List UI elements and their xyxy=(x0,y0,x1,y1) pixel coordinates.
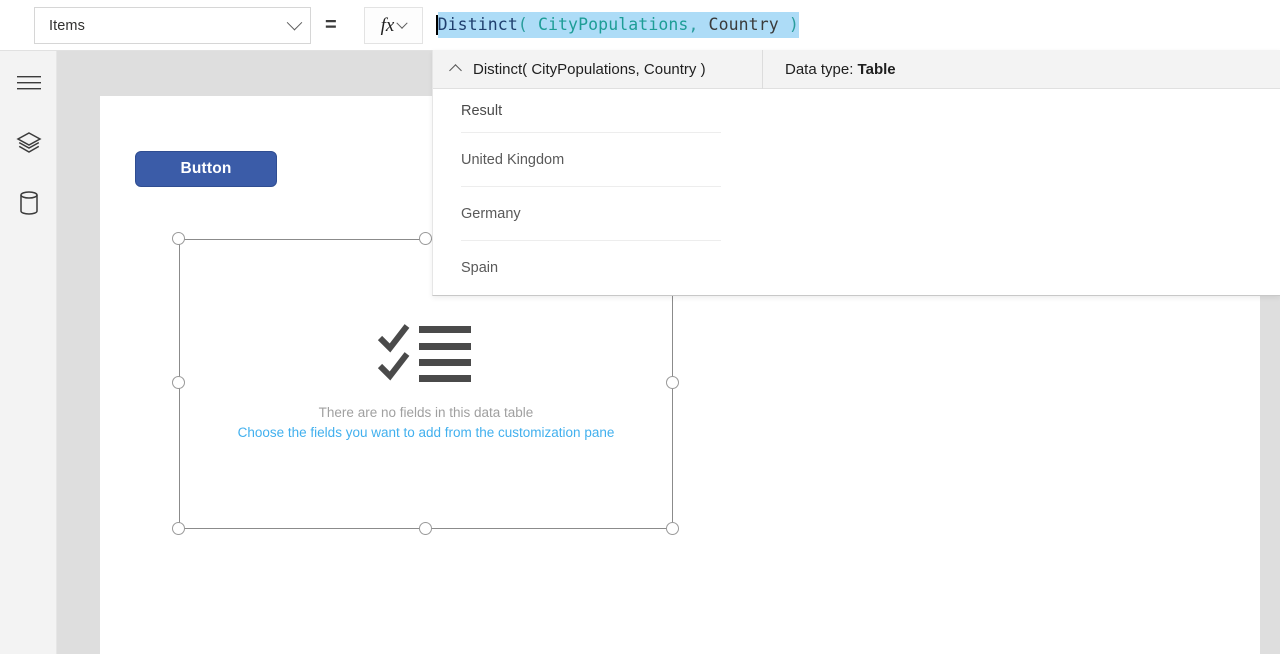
chevron-up-icon xyxy=(449,64,462,77)
result-column: Result United Kingdom Germany Spain xyxy=(433,89,721,295)
layers-icon xyxy=(15,131,42,155)
chevron-down-icon xyxy=(396,17,409,29)
property-select-value: Items xyxy=(49,17,85,34)
resize-handle-bottom-right[interactable] xyxy=(666,522,679,535)
formula-result-panel: Distinct( CityPopulations, Country ) Dat… xyxy=(432,49,1280,296)
data-type-prefix: Data type: xyxy=(785,60,858,78)
sidebar-item-menu[interactable] xyxy=(0,57,57,109)
equals-sign: = xyxy=(325,14,337,36)
resize-handle-bottom-left[interactable] xyxy=(172,522,185,535)
formula-token-function: Distinct xyxy=(437,15,518,34)
result-panel-data-type: Data type: Table xyxy=(763,61,896,78)
sidebar-item-tree-view[interactable] xyxy=(0,117,57,169)
left-navigation-rail xyxy=(0,51,57,654)
property-select[interactable]: Items xyxy=(34,7,311,44)
formula-token-punctuation: ) xyxy=(778,15,799,34)
formula-bar: Items = fx Distinct( CityPopulations, Co… xyxy=(0,0,1280,51)
result-row: Spain xyxy=(461,260,499,276)
result-panel-header: Distinct( CityPopulations, Country ) Dat… xyxy=(433,49,1280,89)
fx-button[interactable]: fx xyxy=(364,7,423,44)
sidebar-item-data[interactable] xyxy=(0,177,57,229)
checklist-icon xyxy=(377,321,475,388)
result-column-header: Result xyxy=(461,89,721,133)
fx-label: fx xyxy=(380,14,395,36)
data-table-empty-state: There are no fields in this data table C… xyxy=(179,321,673,440)
formula-token-column: Country xyxy=(708,15,779,34)
result-row: United Kingdom xyxy=(461,133,721,187)
button-control[interactable]: Button xyxy=(135,151,277,187)
resize-handle-top-center[interactable] xyxy=(419,232,432,245)
database-icon xyxy=(18,190,40,216)
resize-handle-bottom-center[interactable] xyxy=(419,522,432,535)
chevron-down-icon xyxy=(286,14,303,31)
data-table-customization-link[interactable]: Choose the fields you want to add from t… xyxy=(238,425,615,440)
formula-token-punctuation: ( xyxy=(517,15,538,34)
result-row: Germany xyxy=(461,187,721,241)
data-type-value: Table xyxy=(857,60,896,78)
result-panel-formula-label: Distinct( CityPopulations, Country ) xyxy=(473,60,706,78)
power-apps-studio: Button There are no fields in this data … xyxy=(0,0,1280,654)
formula-expression: Distinct( CityPopulations, Country ) xyxy=(437,12,799,38)
formula-token-punctuation: , xyxy=(688,15,709,34)
formula-token-source: CityPopulations xyxy=(537,15,689,34)
data-table-empty-message: There are no fields in this data table xyxy=(318,405,534,420)
resize-handle-middle-right[interactable] xyxy=(666,376,679,389)
formula-input[interactable]: Distinct( CityPopulations, Country ) xyxy=(432,0,1280,50)
hamburger-menu-icon xyxy=(16,75,41,91)
resize-handle-top-left[interactable] xyxy=(172,232,185,245)
result-panel-body: Result United Kingdom Germany Spain xyxy=(433,89,1280,295)
resize-handle-middle-left[interactable] xyxy=(172,376,185,389)
result-panel-collapse-toggle[interactable]: Distinct( CityPopulations, Country ) xyxy=(433,49,763,89)
